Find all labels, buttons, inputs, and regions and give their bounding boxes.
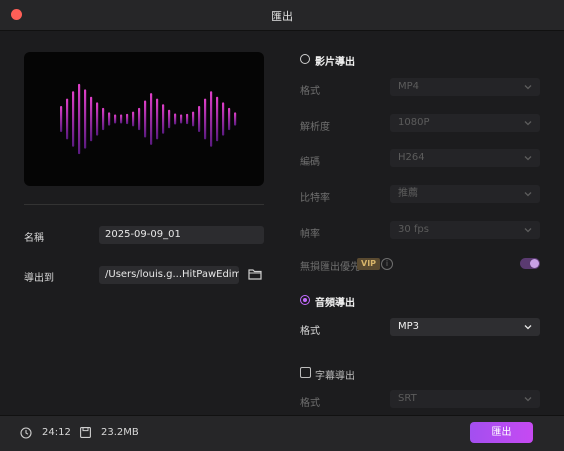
waveform-bar: [60, 106, 63, 132]
subtitle-format-value: SRT: [398, 393, 417, 404]
waveform-bar: [66, 98, 69, 140]
lossless-priority-toggle[interactable]: [520, 258, 540, 269]
divider: [24, 204, 264, 205]
audio-format-select[interactable]: MP3: [390, 318, 540, 336]
bitrate-value: 推薦: [398, 188, 418, 199]
chevron-down-icon: [524, 121, 532, 126]
video-export-radio[interactable]: [300, 54, 310, 64]
codec-select[interactable]: H264: [390, 149, 540, 167]
title-bar: 匯出: [0, 0, 564, 31]
lossless-priority-label: 無損匯出優先: [300, 262, 360, 273]
waveform-bar: [132, 111, 135, 127]
framerate-select[interactable]: 30 fps: [390, 221, 540, 239]
video-format-label: 格式: [300, 86, 320, 97]
waveform-bar: [216, 96, 219, 142]
export-to-label: 導出到: [24, 273, 54, 284]
audio-format-value: MP3: [398, 321, 420, 332]
audio-waveform-preview: [24, 52, 264, 186]
subtitle-export-checkbox[interactable]: [300, 367, 311, 378]
subtitle-export-label: 字幕導出: [315, 371, 355, 382]
bitrate-label: 比特率: [300, 193, 330, 204]
waveform-bar: [168, 109, 171, 129]
waveform-bar: [210, 91, 213, 147]
framerate-label: 幀率: [300, 229, 320, 240]
waveform-bar: [108, 112, 111, 126]
subtitle-format-select[interactable]: SRT: [390, 390, 540, 408]
clock-icon: [20, 427, 32, 439]
waveform-bar: [84, 89, 87, 149]
waveform-bar: [114, 114, 117, 124]
export-button[interactable]: 匯出: [470, 422, 533, 443]
waveform: [60, 83, 237, 155]
vip-badge: VIP: [357, 258, 381, 270]
chevron-down-icon: [524, 156, 532, 161]
waveform-bar: [96, 102, 99, 136]
subtitle-format-label: 格式: [300, 398, 320, 409]
codec-value: H264: [398, 152, 425, 163]
folder-icon[interactable]: [248, 268, 262, 280]
audio-format-label: 格式: [300, 326, 320, 337]
waveform-bar: [120, 114, 123, 124]
audio-export-label: 音頻導出: [315, 298, 355, 309]
waveform-bar: [78, 83, 81, 155]
waveform-bar: [174, 113, 177, 125]
video-format-value: MP4: [398, 81, 420, 92]
framerate-value: 30 fps: [398, 224, 429, 235]
waveform-bar: [180, 114, 183, 124]
waveform-bar: [222, 102, 225, 136]
audio-export-radio[interactable]: [300, 295, 310, 305]
resolution-label: 解析度: [300, 122, 330, 133]
name-label: 名稱: [24, 233, 44, 244]
waveform-bar: [72, 91, 75, 147]
file-size-icon: [80, 427, 91, 438]
chevron-down-icon: [524, 192, 532, 197]
waveform-bar: [102, 107, 105, 131]
waveform-bar: [234, 112, 237, 126]
chevron-down-icon: [524, 85, 532, 90]
waveform-bar: [150, 93, 153, 145]
waveform-bar: [126, 113, 129, 125]
video-export-label: 影片導出: [315, 57, 355, 68]
waveform-bar: [198, 106, 201, 132]
waveform-bar: [228, 107, 231, 131]
chevron-down-icon: [524, 397, 532, 402]
waveform-bar: [90, 96, 93, 142]
waveform-bar: [138, 107, 141, 131]
name-input[interactable]: 2025-09-09_01: [99, 226, 264, 244]
resolution-select[interactable]: 1080P: [390, 114, 540, 132]
waveform-bar: [186, 113, 189, 125]
bitrate-select[interactable]: 推薦: [390, 185, 540, 203]
chevron-down-icon: [524, 228, 532, 233]
resolution-value: 1080P: [398, 117, 430, 128]
waveform-bar: [192, 111, 195, 127]
codec-label: 編碼: [300, 157, 320, 168]
video-format-select[interactable]: MP4: [390, 78, 540, 96]
window-title: 匯出: [271, 10, 293, 23]
chevron-down-icon: [524, 325, 532, 330]
duration-text: 24:12: [42, 427, 71, 438]
export-path-field[interactable]: /Users/louis.g...HitPawEdimakor: [99, 266, 239, 284]
file-size-text: 23.2MB: [101, 427, 139, 438]
waveform-bar: [162, 104, 165, 134]
info-icon[interactable]: i: [381, 258, 393, 270]
waveform-bar: [144, 100, 147, 138]
waveform-bar: [156, 98, 159, 140]
waveform-bar: [204, 98, 207, 140]
